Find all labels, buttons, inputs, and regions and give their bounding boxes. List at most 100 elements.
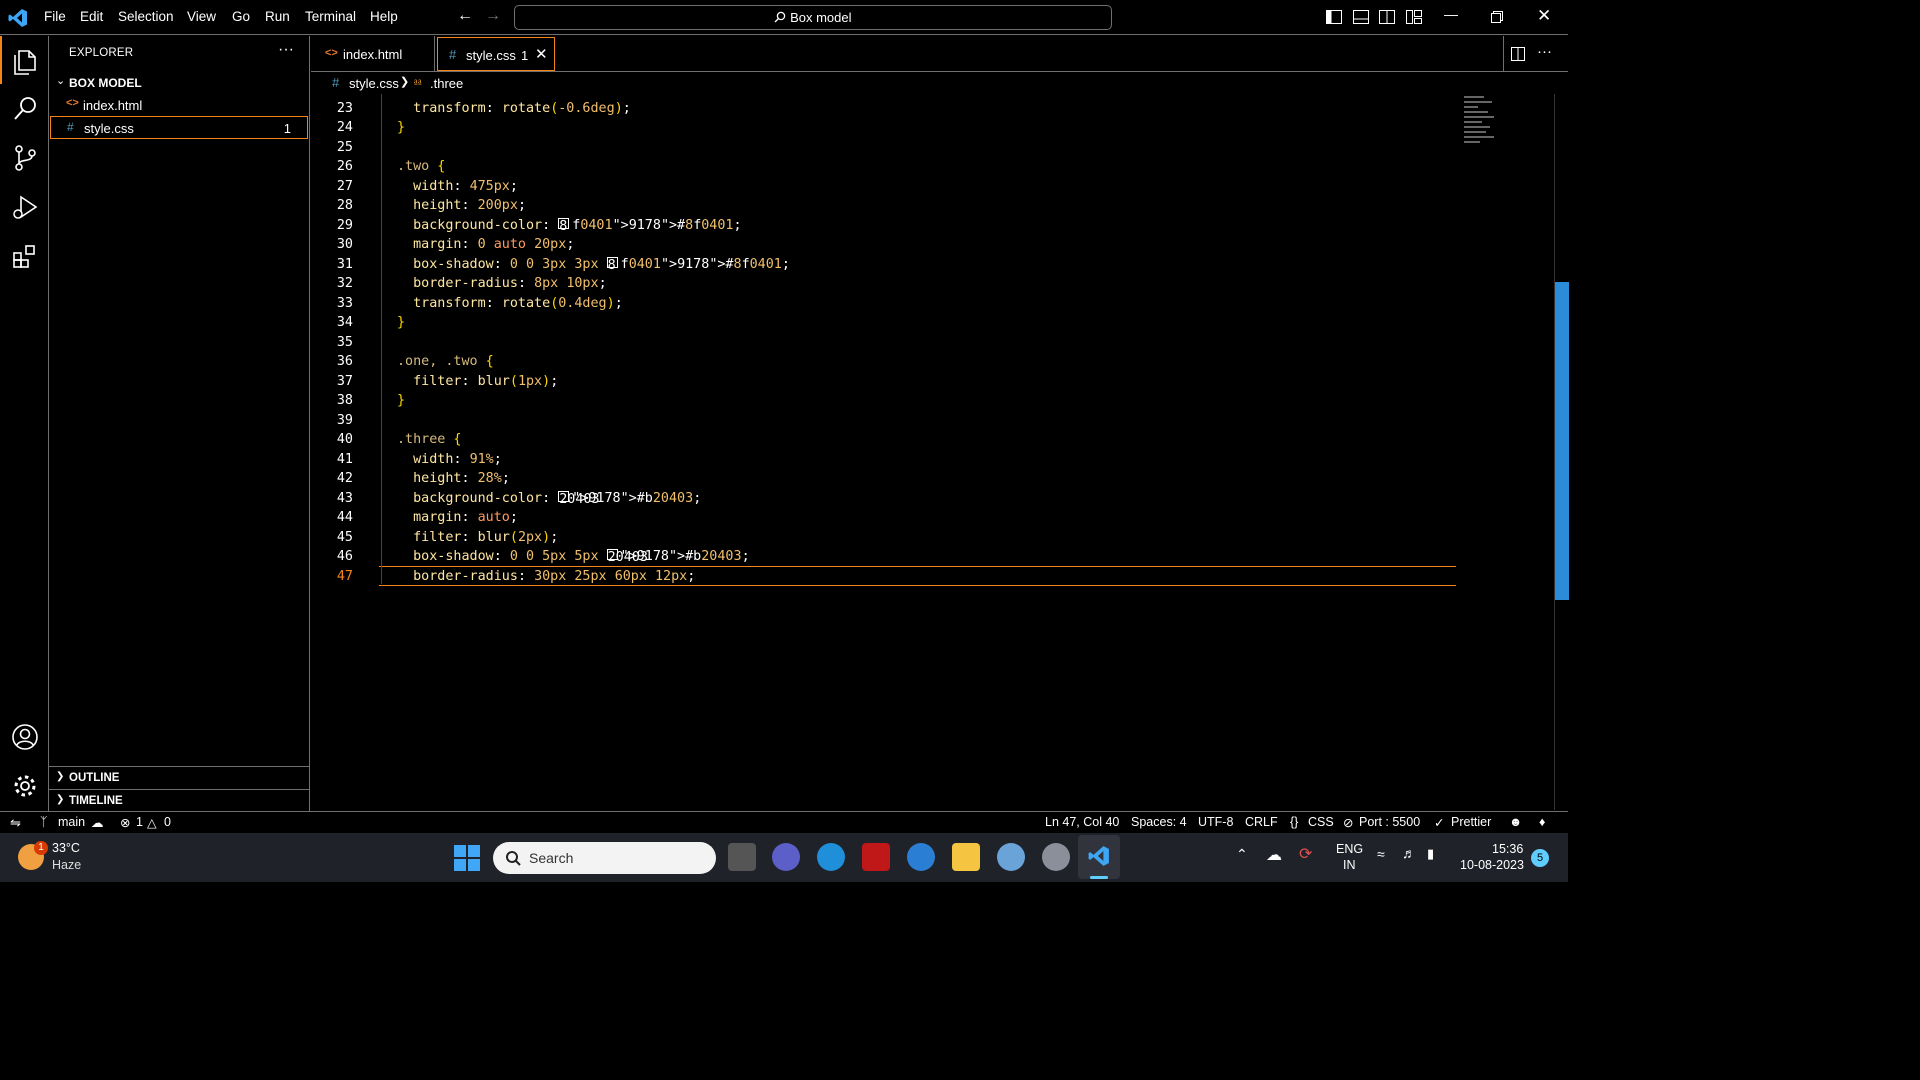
file-explorer-icon[interactable] <box>952 843 980 871</box>
battery-icon[interactable]: ▮ <box>1427 846 1434 862</box>
toggle-panel-icon[interactable] <box>1353 10 1369 24</box>
live-server-port[interactable]: Port : 5500 <box>1359 815 1420 829</box>
gear-icon[interactable] <box>10 771 40 801</box>
line-number: 36 <box>336 354 353 369</box>
minimap[interactable] <box>1464 94 1504 174</box>
folder-box-model[interactable]: ⌄ BOX MODEL <box>49 72 309 94</box>
more-actions-icon[interactable]: ··· <box>278 41 294 59</box>
color-swatch[interactable]: 8 <box>606 256 618 273</box>
warning-count[interactable]: 0 <box>164 815 171 829</box>
remote-icon[interactable]: ⇋ <box>10 815 21 831</box>
task-view-icon[interactable] <box>728 843 756 871</box>
color-swatch[interactable]: 20403 <box>558 490 600 507</box>
tab-index-html[interactable]: <> index.html <box>311 36 435 72</box>
toggle-secondary-sidebar-icon[interactable] <box>1379 10 1395 24</box>
vscode-taskbar-slot[interactable] <box>1078 835 1120 879</box>
tab-style-css[interactable]: # style.css 1 ✕ <box>437 37 555 71</box>
code-line: 43 background-color: 20403">9178">#b2040… <box>311 490 1556 511</box>
menu-run[interactable]: Run <box>265 9 290 24</box>
color-swatch[interactable]: 8 <box>558 217 570 234</box>
close-window-icon[interactable]: ✕ <box>1537 6 1551 26</box>
line-text: } <box>397 315 406 330</box>
menu-view[interactable]: View <box>187 9 216 24</box>
customize-layout-icon[interactable] <box>1406 10 1422 24</box>
line-number: 40 <box>336 432 353 447</box>
teams-chat-icon[interactable] <box>772 843 800 871</box>
edge-browser-icon[interactable] <box>817 843 845 871</box>
line-text: filter: blur(1px); <box>397 373 559 389</box>
error-icon: ⊗ <box>120 816 131 830</box>
language-mode[interactable]: CSS <box>1308 815 1334 829</box>
chevron-up-icon[interactable]: ⌃ <box>1236 846 1248 863</box>
more-actions-icon[interactable]: ··· <box>1537 43 1552 60</box>
help-icon[interactable] <box>907 843 935 871</box>
run-debug-icon[interactable] <box>10 192 40 222</box>
branch-name[interactable]: main <box>58 815 85 829</box>
scrollbar-thumb[interactable] <box>1555 282 1569 600</box>
menu-terminal[interactable]: Terminal <box>305 9 356 24</box>
toggle-primary-sidebar-icon[interactable] <box>1326 10 1342 24</box>
notification-count-badge[interactable]: 5 <box>1531 849 1549 867</box>
color-swatch[interactable]: 20403 <box>606 549 648 565</box>
tab-label: style.css <box>466 48 516 63</box>
minimize-icon[interactable]: — <box>1444 6 1458 22</box>
weather-desc: Haze <box>52 858 82 872</box>
lang-bottom[interactable]: IN <box>1343 858 1356 872</box>
formatter[interactable]: Prettier <box>1451 815 1491 829</box>
code-line: 40 .three { <box>311 432 1556 452</box>
windows-start-icon[interactable] <box>454 845 480 871</box>
line-text: transform: rotate(0.4deg); <box>397 295 623 311</box>
encoding[interactable]: UTF-8 <box>1198 815 1233 829</box>
indentation[interactable]: Spaces: 4 <box>1131 815 1187 829</box>
menu-go[interactable]: Go <box>232 9 250 24</box>
mcafee-icon[interactable] <box>862 843 890 871</box>
app-mascot-icon[interactable] <box>997 843 1025 871</box>
timeline-section[interactable]: ❯ TIMELINE <box>49 789 309 811</box>
search-icon[interactable] <box>10 94 40 124</box>
code-line: 41 width: 91%; <box>311 452 1556 472</box>
breadcrumb-file[interactable]: style.css <box>349 76 399 91</box>
cursor-position[interactable]: Ln 47, Col 40 <box>1045 815 1119 829</box>
onedrive-cloud-icon[interactable]: ☁ <box>1266 845 1282 865</box>
menu-file[interactable]: File <box>44 9 66 24</box>
accounts-icon[interactable] <box>10 722 40 752</box>
editor-scrollbar[interactable] <box>1554 94 1569 810</box>
forward-arrow-icon[interactable]: → <box>485 7 501 25</box>
command-center[interactable]: Box model <box>514 5 1112 30</box>
line-text: } <box>397 120 406 135</box>
end-of-line[interactable]: CRLF <box>1245 815 1278 829</box>
file-style-css[interactable]: # style.css 1 <box>50 116 308 139</box>
feedback-icon[interactable]: ☻ <box>1509 815 1522 829</box>
wifi-icon[interactable]: ≈ <box>1377 846 1385 862</box>
menu-selection[interactable]: Selection <box>118 9 174 24</box>
line-text: } <box>397 393 406 408</box>
clock-time[interactable]: 15:36 <box>1492 842 1523 856</box>
restore-icon[interactable] <box>1491 11 1503 23</box>
code-editor[interactable]: 23 transform: rotate(-0.6deg); 24} 25 26 .tw… <box>311 94 1556 810</box>
sync-icon[interactable]: ⟳ <box>1299 844 1312 864</box>
settings-gear-icon[interactable] <box>1042 843 1070 871</box>
menu-edit[interactable]: Edit <box>80 9 103 24</box>
current-line-highlight <box>379 566 1456 586</box>
outline-section[interactable]: ❯ OUTLINE <box>49 766 309 788</box>
taskbar-search[interactable]: Search <box>493 842 716 874</box>
extensions-icon[interactable] <box>10 242 40 272</box>
volume-icon[interactable]: ♬ <box>1402 845 1416 861</box>
close-tab-icon[interactable]: ✕ <box>535 45 548 63</box>
file-index-html[interactable]: <> index.html <box>49 94 309 116</box>
line-number: 26 <box>336 159 353 174</box>
code-line: 30 margin: 0 auto 20px; <box>311 237 1556 257</box>
explorer-files-icon[interactable] <box>10 46 40 76</box>
breadcrumb-symbol[interactable]: .three <box>430 76 463 91</box>
error-count[interactable]: 1 <box>136 815 143 829</box>
back-arrow-icon[interactable]: ← <box>457 7 473 25</box>
bell-icon[interactable]: ♦ <box>1539 815 1545 829</box>
weather-temp[interactable]: 33°C <box>52 841 80 855</box>
lang-top[interactable]: ENG <box>1336 842 1363 856</box>
sync-icon[interactable]: ☁ <box>91 815 104 830</box>
split-editor-icon[interactable] <box>1511 47 1525 61</box>
clock-date[interactable]: 10-08-2023 <box>1460 858 1524 872</box>
code-line: 35 <box>311 335 1556 355</box>
source-control-icon[interactable] <box>10 143 40 173</box>
menu-help[interactable]: Help <box>370 9 398 24</box>
